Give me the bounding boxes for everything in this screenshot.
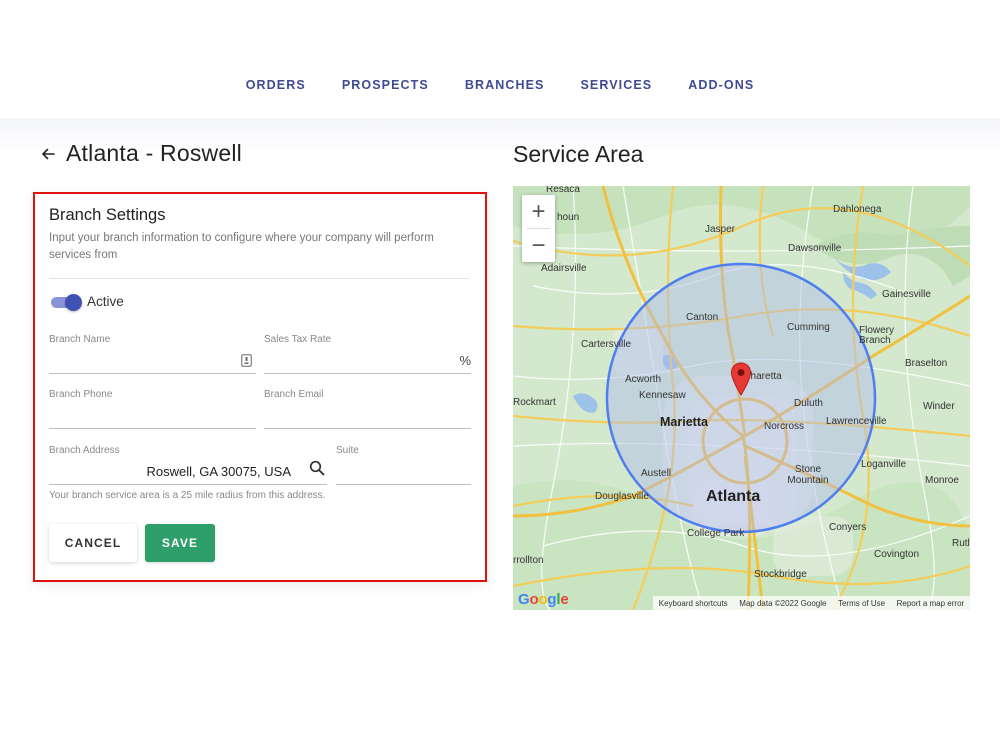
password-manager-icon[interactable] — [241, 354, 252, 367]
page-header: Atlanta - Roswell — [40, 140, 242, 167]
nav-item-services[interactable]: SERVICES — [562, 78, 670, 92]
nav-items: ORDERS PROSPECTS BRANCHES SERVICES ADD-O… — [0, 78, 1000, 92]
map-label: Lawrenceville — [826, 416, 887, 427]
sales-tax-rate-field[interactable]: Sales Tax Rate % — [264, 334, 471, 374]
map-label: Norcross — [764, 421, 805, 432]
map-label: Rutl — [952, 538, 970, 549]
map-label: Gainesville — [882, 289, 931, 300]
card-description: Input your branch information to configu… — [49, 232, 434, 261]
map-label: Monroe — [925, 475, 959, 486]
zoom-in-button[interactable]: + — [522, 195, 555, 228]
branch-phone-field[interactable]: Branch Phone — [49, 389, 256, 429]
map-label: Duluth — [794, 398, 823, 409]
map-label: Atlanta — [706, 488, 761, 505]
nav-item-add-ons[interactable]: ADD-ONS — [670, 78, 772, 92]
branch-email-field[interactable]: Branch Email — [264, 389, 471, 429]
map-label: Stone Mountain — [787, 464, 829, 486]
map-label: Canton — [686, 312, 719, 323]
branch-name-field[interactable]: Branch Name — [49, 334, 256, 374]
map-label: Resaca — [546, 186, 580, 195]
map-data-text: Map data ©2022 Google — [739, 598, 827, 608]
divider — [49, 278, 469, 279]
suite-field[interactable]: Suite — [336, 445, 471, 485]
map-label: rrollton — [513, 555, 544, 566]
map-label: houn — [557, 212, 580, 223]
google-logo: Google — [518, 591, 569, 608]
branch-address-label: Branch Address — [49, 445, 120, 456]
branch-settings-card: Branch Settings Input your branch inform… — [33, 192, 487, 582]
branch-address-field[interactable]: Branch Address Roswell, GA 30075, USA — [49, 445, 327, 485]
sales-tax-rate-label: Sales Tax Rate — [264, 334, 332, 345]
map-label: Adairsville — [541, 263, 587, 274]
map-label: Winder — [923, 401, 955, 412]
terms-link[interactable]: Terms of Use — [838, 599, 885, 608]
map-label: Cartersville — [581, 339, 632, 350]
map-footer: Keyboard shortcuts Map data ©2022 Google… — [653, 596, 970, 610]
nav-item-prospects[interactable]: PROSPECTS — [324, 78, 447, 92]
map-label: Kennesaw — [639, 390, 686, 401]
active-toggle[interactable] — [49, 294, 82, 311]
map-label: Douglasville — [595, 491, 649, 502]
suite-label: Suite — [336, 445, 359, 456]
zoom-controls: + − — [522, 195, 555, 262]
map-label: Dawsonville — [788, 243, 842, 254]
top-navigation: ORDERS PROSPECTS BRANCHES SERVICES ADD-O… — [0, 0, 1000, 118]
back-arrow-icon[interactable] — [40, 146, 56, 162]
report-map-error-link[interactable]: Report a map error — [897, 599, 965, 608]
service-area-title: Service Area — [513, 141, 644, 167]
map-label: Conyers — [829, 522, 867, 533]
branch-address-value: Roswell, GA 30075, USA — [146, 464, 291, 479]
branch-email-label: Branch Email — [264, 389, 324, 400]
map-label: College Park — [687, 528, 745, 539]
map-label: Stockbridge — [754, 569, 807, 580]
map-label: Loganville — [861, 459, 907, 470]
card-title: Branch Settings — [49, 206, 166, 224]
save-button[interactable]: SAVE — [145, 524, 215, 562]
active-label: Active — [87, 294, 124, 309]
zoom-out-button[interactable]: − — [522, 229, 555, 262]
map-label: Austell — [641, 468, 672, 479]
map-label: Braselton — [905, 358, 948, 369]
map-label: Dahlonega — [833, 204, 882, 215]
search-icon[interactable] — [309, 460, 325, 476]
toggle-knob — [65, 294, 82, 311]
location-pin-icon[interactable] — [730, 362, 752, 396]
map-label: Flowery Branch — [859, 325, 895, 346]
map-label: Marietta — [660, 415, 708, 429]
service-area-map[interactable]: + − Resaca houn Jasper Dahlonega Dawsonv… — [513, 186, 970, 610]
nav-item-orders[interactable]: ORDERS — [228, 78, 324, 92]
map-label: Rockmart — [513, 397, 556, 408]
cancel-button[interactable]: CANCEL — [49, 524, 137, 562]
map-label: Jasper — [705, 224, 736, 235]
branch-phone-label: Branch Phone — [49, 389, 113, 400]
map-label: Covington — [874, 549, 920, 560]
map-label: Acworth — [625, 374, 662, 385]
nav-item-branches[interactable]: BRANCHES — [447, 78, 563, 92]
percent-suffix: % — [459, 353, 471, 368]
keyboard-shortcuts-link[interactable]: Keyboard shortcuts — [659, 599, 728, 608]
page-title: Atlanta - Roswell — [66, 140, 242, 166]
service-area-helper-text: Your branch service area is a 25 mile ra… — [49, 490, 326, 501]
map-base-layer — [513, 186, 970, 610]
map-label: Cumming — [787, 322, 830, 333]
branch-name-label: Branch Name — [49, 334, 111, 345]
